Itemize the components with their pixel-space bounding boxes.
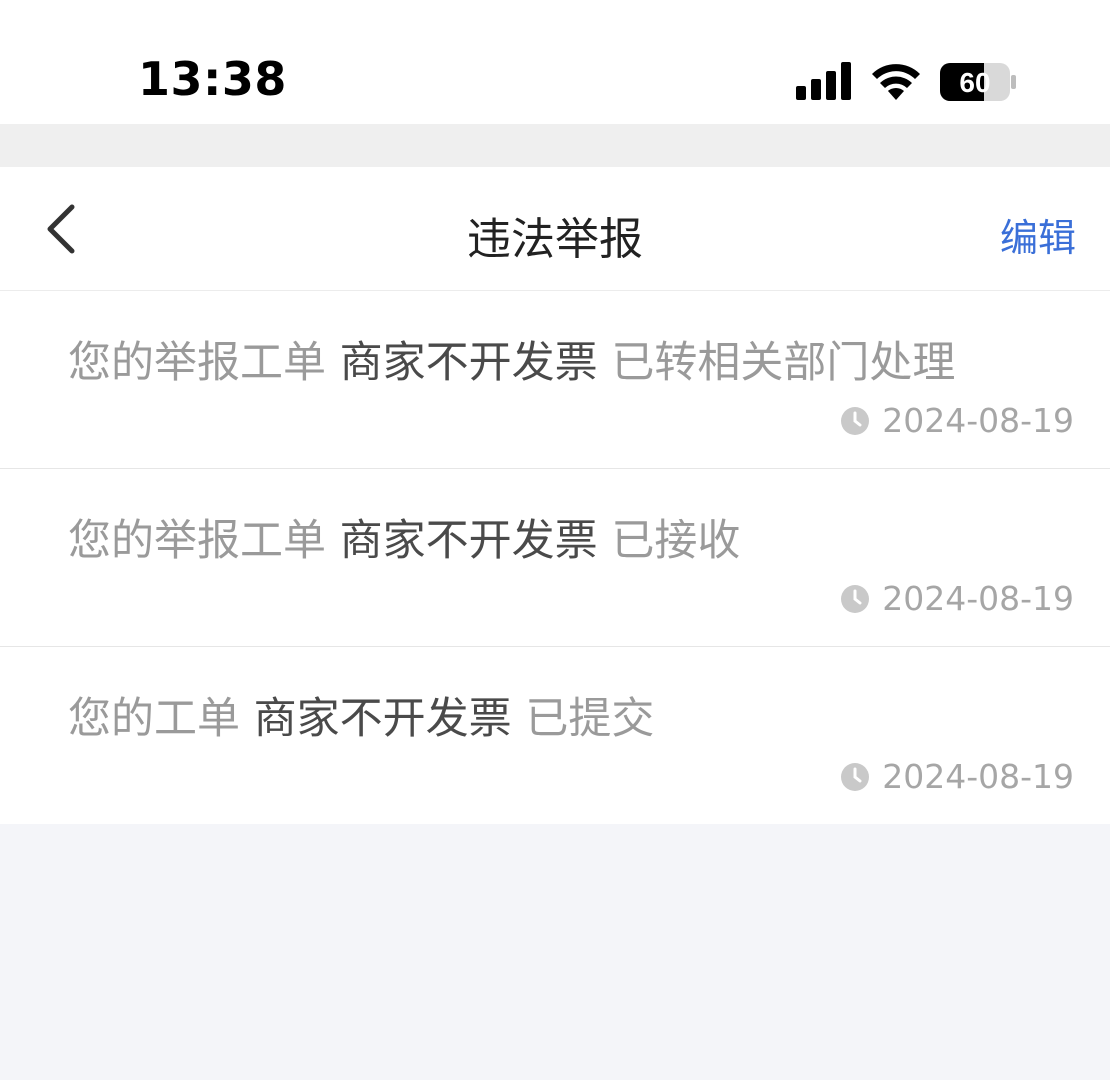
status-bar: 13:38 60 xyxy=(0,0,1110,124)
clock-icon xyxy=(841,584,870,613)
signal-icon xyxy=(796,62,851,100)
header-spacer xyxy=(0,124,1110,167)
edit-button[interactable]: 编辑 xyxy=(1000,207,1076,262)
message-subject: 商家不开发票 xyxy=(339,516,598,566)
status-time: 13:38 xyxy=(138,52,287,106)
navigation-bar: 违法举报 编辑 xyxy=(0,167,1110,291)
date-text: 2024-08-19 xyxy=(882,579,1074,618)
date-text: 2024-08-19 xyxy=(882,757,1074,796)
date-row: 2024-08-19 xyxy=(68,757,1074,796)
message-status: 已接收 xyxy=(597,516,741,566)
message-status: 已提交 xyxy=(511,694,655,744)
date-row: 2024-08-19 xyxy=(68,579,1074,618)
message-subject: 商家不开发票 xyxy=(253,694,512,744)
message-text: 您的举报工单 商家不开发票 已转相关部门处理 xyxy=(68,329,968,397)
date-text: 2024-08-19 xyxy=(882,401,1074,440)
message-text: 您的工单 商家不开发票 已提交 xyxy=(68,685,968,753)
message-status: 已转相关部门处理 xyxy=(597,338,956,388)
date-row: 2024-08-19 xyxy=(68,401,1074,440)
list-item[interactable]: 您的举报工单 商家不开发票 已转相关部门处理 2024-08-19 xyxy=(0,291,1110,469)
message-text: 您的举报工单 商家不开发票 已接收 xyxy=(68,507,968,575)
clock-icon xyxy=(841,406,870,435)
message-subject: 商家不开发票 xyxy=(339,338,598,388)
page-title: 违法举报 xyxy=(467,214,643,265)
clock-icon xyxy=(841,762,870,791)
message-prefix: 您的工单 xyxy=(68,694,254,744)
message-prefix: 您的举报工单 xyxy=(68,338,340,388)
message-prefix: 您的举报工单 xyxy=(68,516,340,566)
battery-icon: 60 xyxy=(940,63,1016,101)
list-item[interactable]: 您的举报工单 商家不开发票 已接收 2024-08-19 xyxy=(0,469,1110,647)
battery-level: 60 xyxy=(959,67,990,98)
list-item[interactable]: 您的工单 商家不开发票 已提交 2024-08-19 xyxy=(0,647,1110,824)
report-list: 您的举报工单 商家不开发票 已转相关部门处理 2024-08-19 您的举报工单… xyxy=(0,291,1110,824)
wifi-icon xyxy=(872,64,920,100)
